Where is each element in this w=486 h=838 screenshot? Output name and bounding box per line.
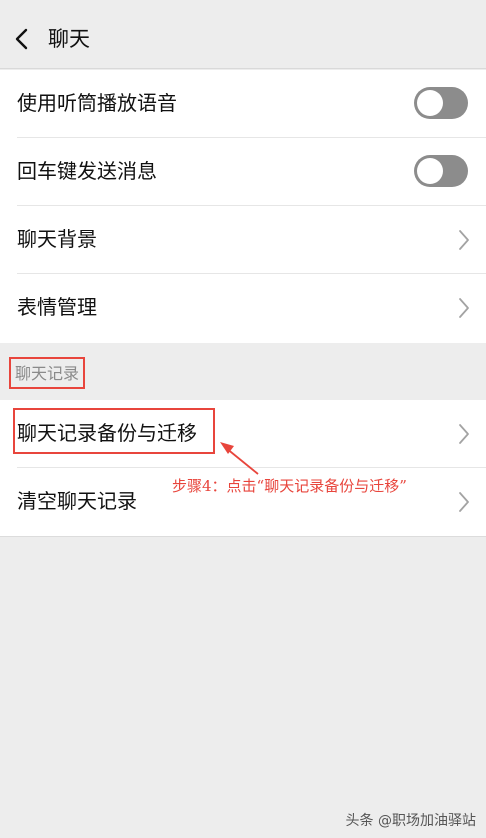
status-bar bbox=[0, 0, 486, 8]
setting-sticker-management[interactable]: 表情管理 bbox=[0, 274, 486, 342]
annotation-text: 步骤4：点击“聊天记录备份与迁移” bbox=[172, 477, 407, 495]
chevron-left-icon bbox=[15, 28, 28, 50]
toggle-knob bbox=[417, 158, 443, 184]
section-label: 聊天记录 bbox=[9, 357, 86, 389]
back-button[interactable] bbox=[10, 22, 36, 56]
settings-group: 使用听筒播放语音 回车键发送消息 聊天背景 表情管理 bbox=[0, 70, 486, 344]
setting-label: 使用听筒播放语音 bbox=[17, 91, 177, 115]
top-bar: 聊天 bbox=[0, 8, 486, 69]
setting-label: 清空聊天记录 bbox=[17, 489, 137, 513]
chat-history-group: 聊天记录备份与迁移 清空聊天记录 bbox=[0, 400, 486, 537]
chevron-right-icon bbox=[459, 298, 469, 318]
setting-enter-to-send: 回车键发送消息 bbox=[0, 138, 486, 206]
page-title: 聊天 bbox=[48, 27, 90, 51]
chevron-right-icon bbox=[459, 230, 469, 250]
toggle-knob bbox=[417, 90, 443, 116]
setting-label: 聊天背景 bbox=[17, 227, 97, 251]
highlight-box bbox=[13, 408, 215, 454]
setting-label: 回车键发送消息 bbox=[17, 159, 157, 183]
watermark: 头条 @职场加油驿站 bbox=[345, 813, 476, 829]
enter-send-toggle[interactable] bbox=[414, 155, 468, 187]
setting-earpiece-voice: 使用听筒播放语音 bbox=[0, 70, 486, 138]
setting-label: 表情管理 bbox=[17, 295, 97, 319]
earpiece-toggle[interactable] bbox=[414, 87, 468, 119]
chevron-right-icon bbox=[459, 424, 469, 444]
setting-chat-background[interactable]: 聊天背景 bbox=[0, 206, 486, 274]
chevron-right-icon bbox=[459, 492, 469, 512]
